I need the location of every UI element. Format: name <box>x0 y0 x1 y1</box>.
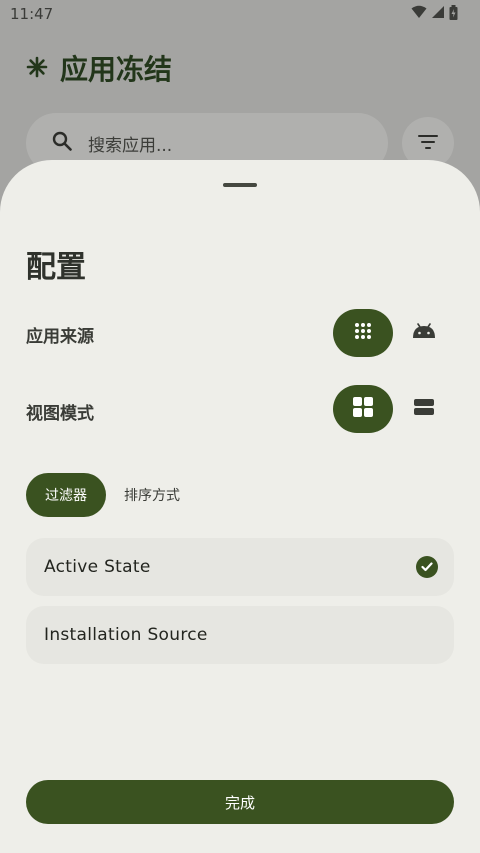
tab-sort[interactable]: 排序方式 <box>112 473 192 517</box>
status-time: 11:47 <box>10 5 54 23</box>
android-icon <box>412 323 436 343</box>
battery-icon <box>449 4 458 24</box>
filter-option-active-state[interactable]: Active State <box>26 538 454 596</box>
list-view-icon <box>414 399 434 419</box>
view-mode-list-button[interactable] <box>400 385 448 433</box>
check-circle-icon <box>416 556 438 578</box>
grid-view-icon <box>353 397 373 421</box>
filter-option-installation-source[interactable]: Installation Source <box>26 606 454 664</box>
snowflake-icon <box>26 52 48 85</box>
search-icon <box>52 131 72 156</box>
app-header: 应用冻结 <box>26 48 172 88</box>
view-mode-grid-button[interactable] <box>333 385 393 433</box>
app-title: 应用冻结 <box>60 53 173 86</box>
drag-handle[interactable] <box>223 183 257 187</box>
app-source-label: 应用来源 <box>26 327 94 347</box>
app-source-android-button[interactable] <box>400 309 448 357</box>
filter-list-icon <box>418 134 438 153</box>
apps-grid-icon <box>354 322 372 344</box>
status-icons <box>411 4 458 24</box>
status-bar: 11:47 <box>0 0 480 28</box>
tab-filters[interactable]: 过滤器 <box>26 473 106 517</box>
filter-option-label: Installation Source <box>44 625 208 645</box>
config-bottom-sheet: 配置 应用来源 视图模式 过滤器 排序方式 Active State Insta… <box>0 160 480 853</box>
sheet-title: 配置 <box>26 250 86 285</box>
app-source-grid-button[interactable] <box>333 309 393 357</box>
done-button[interactable]: 完成 <box>26 780 454 824</box>
view-mode-label: 视图模式 <box>26 404 94 424</box>
signal-icon <box>431 5 445 23</box>
search-placeholder: 搜索应用... <box>88 135 173 156</box>
wifi-icon <box>411 5 427 23</box>
filter-option-label: Active State <box>44 557 151 577</box>
